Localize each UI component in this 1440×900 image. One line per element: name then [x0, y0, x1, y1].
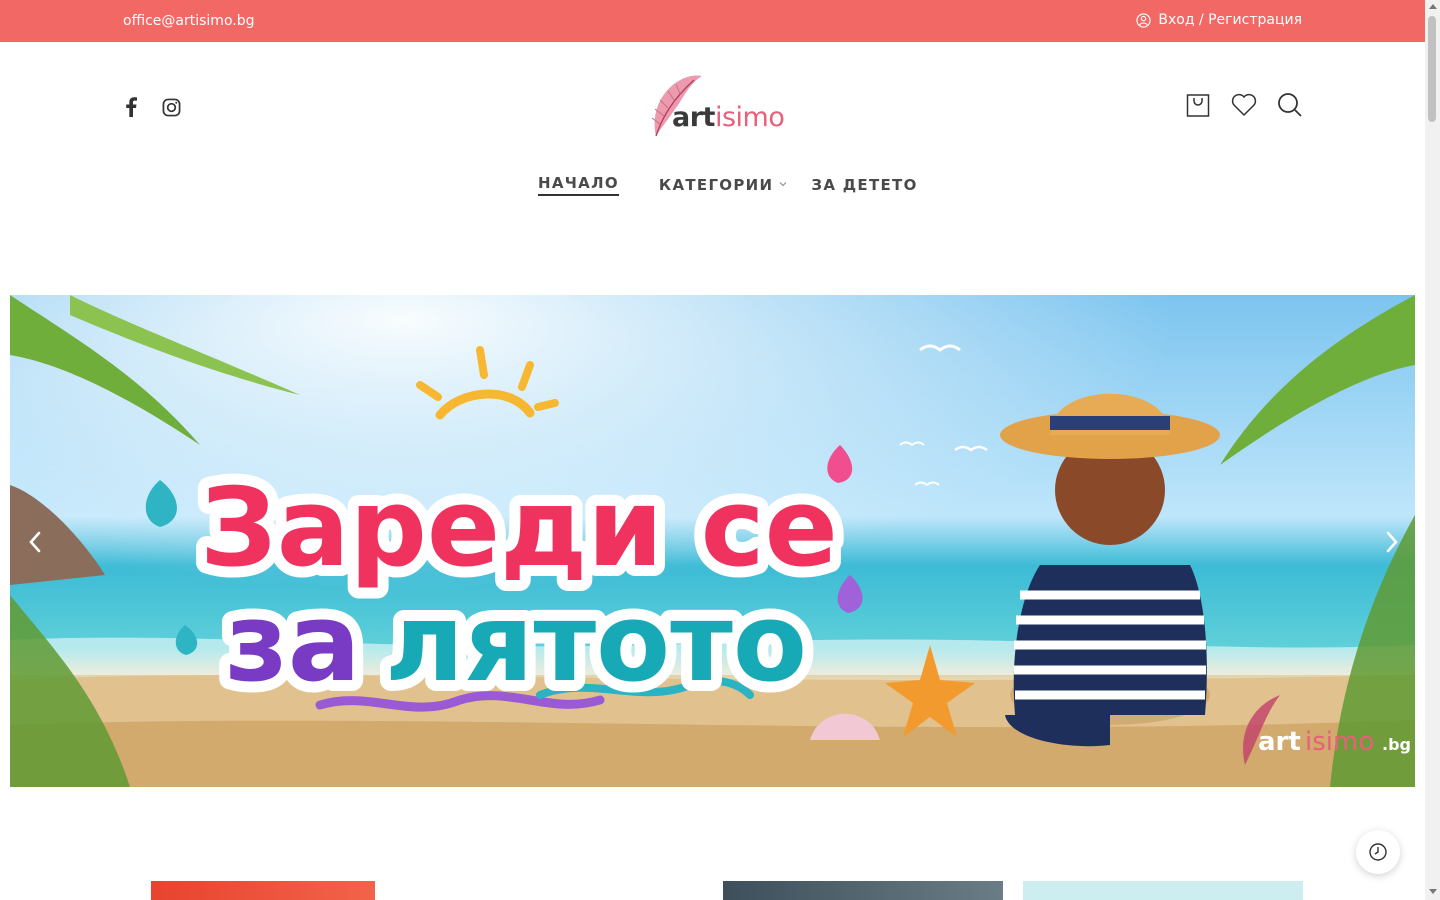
- cart-icon[interactable]: [1185, 92, 1211, 118]
- hero-line2-part1: за: [225, 581, 361, 706]
- user-icon: [1136, 12, 1151, 28]
- logo-wordmark: artisimo: [672, 102, 785, 133]
- hero-watermark-isimo: isimo: [1305, 727, 1374, 757]
- recently-viewed-button[interactable]: [1356, 830, 1400, 874]
- chevron-left-icon: [29, 531, 41, 553]
- login-register-label: Вход / Регистрация: [1158, 12, 1302, 28]
- nav-item-categories[interactable]: КАТЕГОРИИ: [659, 176, 787, 194]
- scrollbar-thumb[interactable]: [1428, 16, 1436, 122]
- category-thumbnail[interactable]: [151, 881, 375, 900]
- contact-email[interactable]: office@artisimo.bg: [123, 13, 255, 29]
- chevron-down-icon: [780, 182, 787, 187]
- heart-icon[interactable]: [1231, 92, 1257, 118]
- nav-item-home[interactable]: НАЧАЛО: [538, 174, 619, 196]
- slider-prev-button[interactable]: [20, 527, 50, 557]
- scroll-down-arrow[interactable]: [1429, 889, 1437, 894]
- scroll-up-arrow[interactable]: [1429, 4, 1437, 9]
- header-actions: [1185, 92, 1303, 118]
- clock-icon: [1369, 843, 1387, 861]
- top-bar: office@artisimo.bg Вход / Регистрация: [0, 0, 1425, 42]
- slider-next-button[interactable]: [1377, 527, 1407, 557]
- search-icon[interactable]: [1277, 92, 1303, 118]
- nav-item-categories-label: КАТЕГОРИИ: [658, 176, 774, 194]
- hero-line1: Зареди се: [200, 466, 838, 591]
- main-navigation: НАЧАЛО КАТЕГОРИИ ЗА ДЕТЕТО: [538, 174, 918, 196]
- hero-watermark-tld: .bg: [1382, 735, 1411, 754]
- hero-watermark-art: art: [1258, 727, 1301, 757]
- site-logo[interactable]: artisimo: [646, 72, 785, 140]
- hero-illustration: art isimo .bg Зареди се Зареди се за за …: [10, 295, 1415, 787]
- hero-headline: Зареди се Зареди се за за лятото лятото: [189, 455, 849, 717]
- chevron-right-icon: [1386, 531, 1398, 553]
- category-thumbnail[interactable]: [723, 881, 1003, 900]
- page-scrollbar[interactable]: [1425, 0, 1440, 900]
- instagram-icon[interactable]: [160, 96, 182, 118]
- hero-banner[interactable]: art isimo .bg Зареди се Зареди се за за …: [10, 295, 1415, 787]
- login-register-link[interactable]: Вход / Регистрация: [1136, 12, 1302, 28]
- facebook-icon[interactable]: [120, 96, 142, 118]
- category-thumbnail[interactable]: [1023, 881, 1303, 900]
- hero-line2-part2: лятото: [385, 581, 807, 706]
- nav-item-for-child[interactable]: ЗА ДЕТЕТО: [811, 176, 917, 194]
- social-links: [120, 96, 182, 118]
